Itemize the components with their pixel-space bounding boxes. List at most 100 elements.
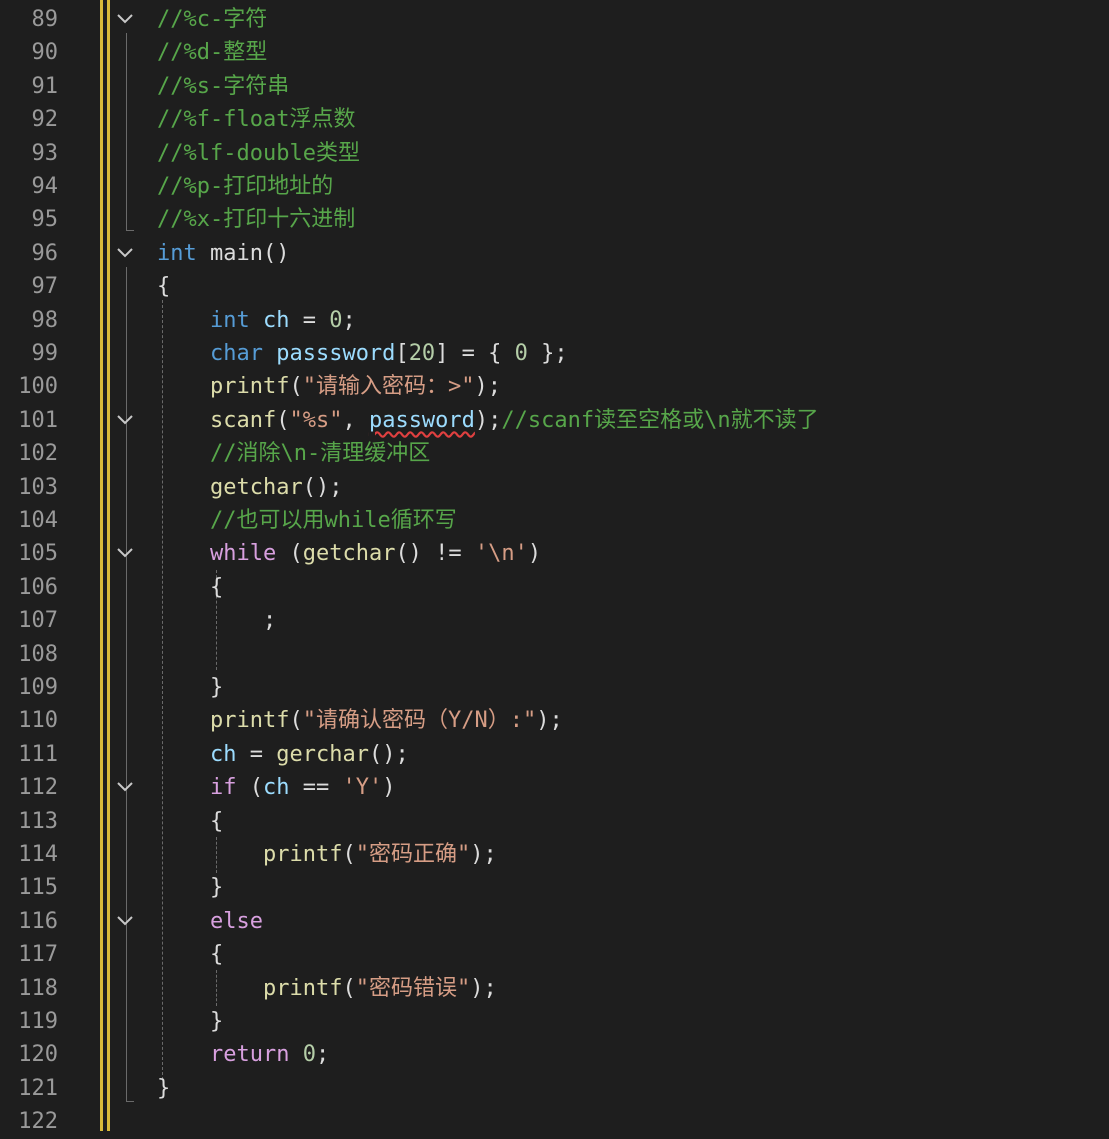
code-token: //scanf读至空格或\n就不读了 xyxy=(501,407,819,433)
code-line[interactable]: 97 { xyxy=(0,270,1109,303)
code-token: //消除\n-清理缓冲区 xyxy=(209,441,431,467)
line-number: 94 xyxy=(31,174,59,199)
line-number: 121 xyxy=(18,1075,58,1101)
code-line[interactable]: 105 while (getchar() != '\n') xyxy=(0,537,1109,570)
code-token: == xyxy=(289,775,343,801)
code-text: //%f-float浮点数 xyxy=(157,103,355,136)
code-line[interactable]: 89 //%c-字符 xyxy=(0,3,1109,36)
chevron-down-icon[interactable] xyxy=(116,780,134,794)
code-token: //%p-打印地址的 xyxy=(157,174,334,199)
code-line[interactable]: 112 if (ch == 'Y') xyxy=(0,771,1109,804)
code-line[interactable]: 92 //%f-float浮点数 xyxy=(0,103,1109,136)
code-token: 0 xyxy=(329,307,343,333)
code-line[interactable]: 96 int main() xyxy=(0,237,1109,270)
code-text: } xyxy=(157,671,223,704)
code-text: //%lf-double类型 xyxy=(157,137,360,170)
line-number: 122 xyxy=(18,1109,58,1135)
code-token: 0 xyxy=(514,341,528,366)
code-text: while (getchar() != '\n') xyxy=(157,537,541,570)
code-token: "请输入密码：>" xyxy=(302,374,475,400)
code-line[interactable]: 121} xyxy=(0,1072,1109,1105)
line-number: 99 xyxy=(31,341,59,366)
line-number: 90 xyxy=(31,40,59,66)
code-line[interactable]: 120 return 0; xyxy=(0,1038,1109,1071)
code-text: getchar(); xyxy=(157,471,342,504)
code-line[interactable]: 115 } xyxy=(0,871,1109,904)
code-editor[interactable]: 89 //%c-字符 90 //%d-整型 91 //%s-字符串 92 //%f-float… xyxy=(0,0,1109,1134)
code-token: scanf xyxy=(209,407,277,433)
code-line[interactable]: 102 //消除\n-清理缓冲区 xyxy=(0,437,1109,470)
code-token: ( xyxy=(342,842,356,867)
code-line[interactable]: 100 printf("请输入密码：>"); xyxy=(0,370,1109,403)
code-line[interactable]: 91 //%s-字符串 xyxy=(0,70,1109,103)
code-token: else xyxy=(209,908,263,934)
code-token: //%f-float浮点数 xyxy=(157,107,356,133)
code-line[interactable]: 104 //也可以用while循环写 xyxy=(0,504,1109,537)
code-token: //也可以用while循环写 xyxy=(209,508,457,533)
code-token: getchar xyxy=(302,541,396,567)
code-line[interactable]: 113 { xyxy=(0,805,1109,838)
code-text: return 0; xyxy=(157,1038,329,1071)
chevron-down-icon[interactable] xyxy=(116,413,134,427)
code-token: ); xyxy=(470,842,497,867)
code-line[interactable]: 103 getchar(); xyxy=(0,471,1109,504)
code-line[interactable]: 99 char passsword[20] = { 0 }; xyxy=(0,337,1109,370)
line-number: 119 xyxy=(18,1009,58,1034)
code-line[interactable]: 116 else xyxy=(0,905,1109,938)
line-number: 97 xyxy=(31,274,59,300)
code-text: ; xyxy=(157,604,276,637)
code-line[interactable]: 107 ; xyxy=(0,604,1109,637)
error-token: password xyxy=(368,407,475,433)
code-token: ] = { xyxy=(435,341,515,366)
line-number: 91 xyxy=(31,73,59,99)
code-token: passsword xyxy=(276,341,396,366)
code-line[interactable]: 94 //%p-打印地址的 xyxy=(0,170,1109,203)
chevron-down-icon[interactable] xyxy=(116,546,134,560)
code-line[interactable]: 108 xyxy=(0,638,1109,671)
line-number: 102 xyxy=(18,441,58,467)
code-line[interactable]: 98 int ch = 0; xyxy=(0,304,1109,337)
code-text: //%d-整型 xyxy=(157,36,267,69)
code-line[interactable]: 90 //%d-整型 xyxy=(0,36,1109,69)
code-token: ( xyxy=(236,775,263,801)
code-token: 20 xyxy=(408,341,436,366)
code-line[interactable]: 118 printf("密码错误"); xyxy=(0,972,1109,1005)
chevron-down-icon[interactable] xyxy=(116,12,134,26)
code-token: (); xyxy=(302,474,343,500)
code-line[interactable]: 110 printf("请确认密码（Y/N）:"); xyxy=(0,704,1109,737)
code-line[interactable]: 101 scanf("%s", password);//scanf读至空格或\n… xyxy=(0,404,1109,437)
code-token: { xyxy=(157,942,224,968)
code-line[interactable]: 111 ch = gerchar(); xyxy=(0,738,1109,771)
code-token: '\n' xyxy=(474,541,528,567)
code-text: //%c-字符 xyxy=(157,3,267,36)
code-line[interactable]: 119 } xyxy=(0,1005,1109,1038)
code-line[interactable]: 109 } xyxy=(0,671,1109,704)
code-text: scanf("%s", password);//scanf读至空格或\n就不读了 xyxy=(157,404,819,437)
chevron-down-icon[interactable] xyxy=(116,246,134,260)
code-token: ); xyxy=(470,975,497,1001)
code-line[interactable]: 114 printf("密码正确"); xyxy=(0,838,1109,871)
code-token: ; xyxy=(315,1042,330,1068)
code-line[interactable]: 95 //%x-打印十六进制 xyxy=(0,203,1109,236)
line-number: 106 xyxy=(18,574,58,600)
line-number: 105 xyxy=(18,541,58,567)
code-line[interactable]: 122 xyxy=(0,1105,1109,1138)
code-token: ( xyxy=(276,541,303,567)
code-token: //%d-整型 xyxy=(157,40,268,66)
code-text: ch = gerchar(); xyxy=(157,738,409,771)
code-line[interactable]: 106 { xyxy=(0,571,1109,604)
code-line[interactable]: 117 { xyxy=(0,938,1109,971)
code-token: ); xyxy=(474,407,502,433)
code-token: ch xyxy=(262,775,290,801)
code-token: } xyxy=(157,675,224,700)
chevron-down-icon[interactable] xyxy=(116,914,134,928)
code-token: char xyxy=(209,341,263,366)
code-text: else xyxy=(157,905,263,938)
code-line[interactable]: 93 //%lf-double类型 xyxy=(0,137,1109,170)
